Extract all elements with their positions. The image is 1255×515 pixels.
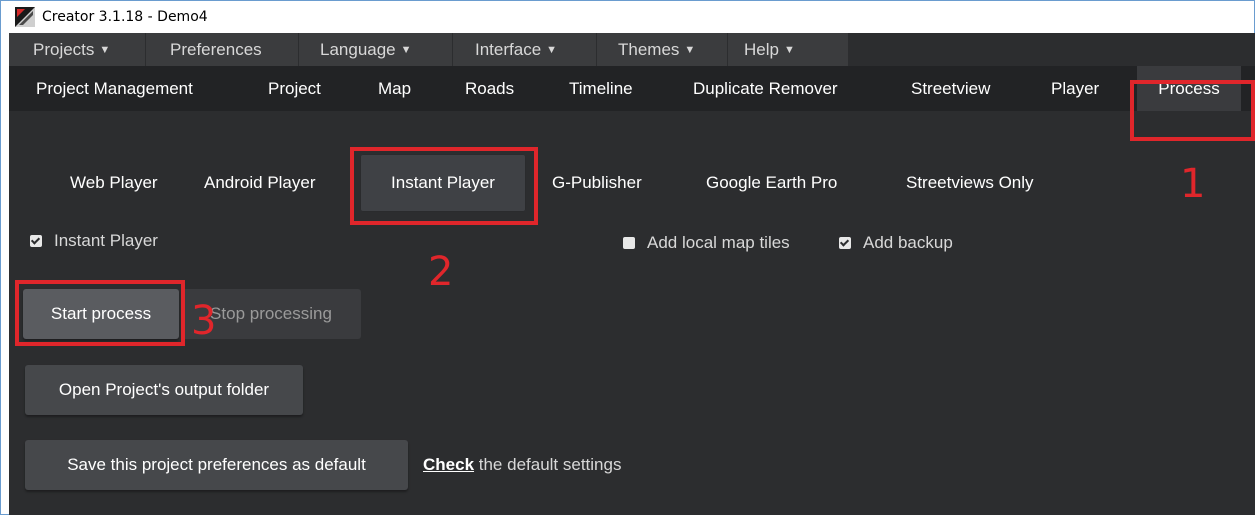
tab-player[interactable]: Player	[1051, 66, 1099, 111]
tab-streetview[interactable]: Streetview	[911, 66, 990, 111]
subtab-instant-player[interactable]: Instant Player	[360, 154, 526, 212]
instant-player-checkbox[interactable]	[30, 235, 42, 247]
tab-process[interactable]: Process	[1137, 66, 1241, 111]
menu-themes-label: Themes	[618, 40, 680, 59]
menu-divider	[145, 33, 146, 66]
menu-bar: Projects ▼ Preferences Language ▼ Interfac…	[9, 33, 848, 66]
chevron-down-icon: ▼	[546, 44, 558, 56]
annotation-number-2: 2	[428, 249, 454, 295]
save-preferences-default-button[interactable]: Save this project preferences as default	[25, 440, 408, 490]
menu-interface-label: Interface	[475, 40, 542, 59]
menu-language-label: Language	[320, 40, 396, 59]
subtab-google-earth-pro[interactable]: Google Earth Pro	[706, 154, 837, 212]
chevron-down-icon: ▼	[684, 44, 696, 56]
tab-duplicate-remover[interactable]: Duplicate Remover	[693, 66, 838, 111]
menu-interface[interactable]: Interface ▼	[475, 33, 557, 66]
option-instant-player[interactable]: Instant Player	[30, 231, 158, 251]
annotation-number-1: 1	[1180, 161, 1206, 207]
app-area: Projects ▼ Preferences Language ▼ Interfac…	[9, 33, 1255, 515]
defaults-link-row: Check the default settings	[423, 455, 621, 475]
add-backup-checkbox[interactable]	[839, 237, 851, 249]
add-local-map-tiles-label: Add local map tiles	[647, 233, 790, 252]
menu-divider	[298, 33, 299, 66]
menu-language[interactable]: Language ▼	[320, 33, 412, 66]
tab-map[interactable]: Map	[378, 66, 411, 111]
subtab-g-publisher[interactable]: G-Publisher	[552, 154, 642, 212]
menu-themes[interactable]: Themes ▼	[618, 33, 695, 66]
menu-divider	[727, 33, 728, 66]
instant-player-label: Instant Player	[54, 231, 158, 250]
tab-project[interactable]: Project	[268, 66, 321, 111]
chevron-down-icon: ▼	[400, 44, 412, 56]
menu-help-label: Help	[744, 40, 779, 59]
add-backup-label: Add backup	[863, 233, 953, 252]
subtab-android-player[interactable]: Android Player	[204, 154, 316, 212]
menu-preferences-label: Preferences	[170, 40, 262, 59]
menu-preferences[interactable]: Preferences	[170, 33, 262, 66]
start-process-button[interactable]: Start process	[23, 289, 179, 339]
subtab-streetviews-only[interactable]: Streetviews Only	[906, 154, 1034, 212]
chevron-down-icon: ▼	[99, 44, 111, 56]
option-add-local-map-tiles[interactable]: Add local map tiles	[623, 233, 790, 253]
subtab-web-player[interactable]: Web Player	[70, 154, 158, 212]
annotation-number-3: 3	[191, 298, 217, 344]
defaults-link-text: the default settings	[474, 455, 622, 474]
chevron-down-icon: ▼	[783, 44, 795, 56]
title-bar[interactable]: Creator 3.1.18 - Demo4	[1, 1, 1254, 33]
tab-project-management[interactable]: Project Management	[36, 66, 193, 111]
tab-timeline[interactable]: Timeline	[569, 66, 633, 111]
tab-roads[interactable]: Roads	[465, 66, 514, 111]
app-logo-icon	[15, 7, 35, 27]
check-defaults-link[interactable]: Check	[423, 455, 474, 474]
open-output-folder-button[interactable]: Open Project's output folder	[25, 365, 303, 415]
add-local-map-tiles-checkbox[interactable]	[623, 237, 635, 249]
option-add-backup[interactable]: Add backup	[839, 233, 953, 253]
menu-divider	[596, 33, 597, 66]
menu-help[interactable]: Help ▼	[744, 33, 795, 66]
menu-divider	[452, 33, 453, 66]
menu-projects[interactable]: Projects ▼	[33, 33, 110, 66]
window-title: Creator 3.1.18 - Demo4	[42, 9, 208, 25]
main-nav: Project Management Project Map Roads Tim…	[9, 66, 1255, 111]
menu-projects-label: Projects	[33, 40, 95, 59]
